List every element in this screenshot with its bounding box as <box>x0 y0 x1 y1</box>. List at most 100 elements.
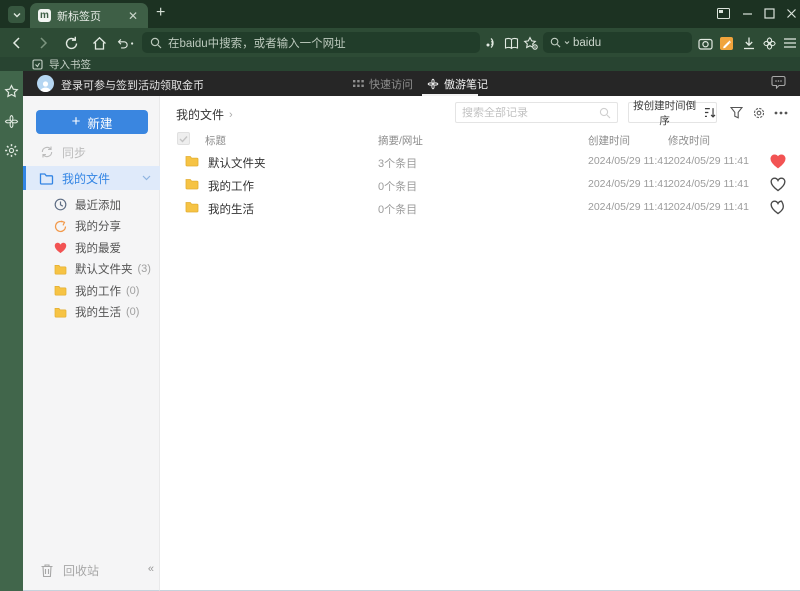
favorite-heart-button[interactable] <box>770 200 787 216</box>
folder-icon <box>54 264 67 275</box>
recycle-bin-button[interactable]: 回收站 <box>40 562 99 579</box>
browser-tab-newtab[interactable]: m 新标签页 ✕ <box>30 3 148 28</box>
maxnote-button[interactable] <box>717 34 735 52</box>
col-created[interactable]: 创建时间 <box>588 133 630 148</box>
sidebar-item-life-folder[interactable]: 我的生活 (0) <box>23 302 160 324</box>
breadcrumb-arrow-icon: › <box>229 108 233 121</box>
search-input[interactable] <box>462 106 592 119</box>
import-bookmarks-label[interactable]: 导入书签 <box>49 57 91 72</box>
notes-sidebar: + 新建 同步 我的文件 最近添加 我的分享 我的最爱 默认文件夹 (3) 我的… <box>23 96 160 591</box>
tab-close-icon[interactable]: ✕ <box>126 9 140 23</box>
search-query-text: baidu <box>573 36 602 49</box>
more-options-button[interactable] <box>772 104 789 121</box>
skins-button[interactable] <box>760 34 778 52</box>
sidebar-item-my-files[interactable]: 我的文件 <box>23 166 160 190</box>
engine-dropdown-icon[interactable] <box>564 40 570 45</box>
back-button[interactable] <box>8 34 26 52</box>
chat-bubble-icon <box>771 75 786 89</box>
downloads-button[interactable] <box>740 34 758 52</box>
table-row[interactable]: 我的工作 0个条目 2024/05/29 11:41 2024/05/29 11… <box>160 174 800 197</box>
table-row[interactable]: 默认文件夹 3个条目 2024/05/29 11:41 2024/05/29 1… <box>160 151 800 174</box>
feedback-chat-button[interactable] <box>771 75 786 89</box>
row-created: 2024/05/29 11:41 <box>588 155 669 167</box>
tab-maxnote[interactable]: 傲游笔记 <box>427 76 488 92</box>
favorites-panel-button[interactable] <box>3 83 20 100</box>
tab-quick-access[interactable]: 快速访问 <box>353 76 413 92</box>
home-button[interactable] <box>90 34 108 52</box>
side-strip <box>0 71 23 591</box>
sidebar-item-work-folder[interactable]: 我的工作 (0) <box>23 280 160 302</box>
search-icon <box>599 107 611 118</box>
forward-icon <box>40 37 48 49</box>
tab-list-dropdown-button[interactable] <box>8 6 25 23</box>
filter-button[interactable] <box>728 104 745 121</box>
search-records-box[interactable] <box>455 102 618 123</box>
heart-icon <box>54 242 67 253</box>
minimize-button[interactable] <box>738 5 756 21</box>
item-count: (0) <box>126 306 140 319</box>
quick-search-box[interactable]: baidu <box>543 32 692 53</box>
new-tab-button[interactable]: + <box>156 4 165 22</box>
col-modified[interactable]: 修改时间 <box>668 133 710 148</box>
tab-title: 新标签页 <box>57 10 101 23</box>
row-created: 2024/05/29 11:41 <box>588 201 669 213</box>
maxnote-panel-button[interactable] <box>3 113 20 130</box>
chevron-down-icon[interactable] <box>142 175 151 181</box>
sidebar-item-default-folder[interactable]: 默认文件夹 (3) <box>23 259 160 281</box>
sidebar-item-shares[interactable]: 我的分享 <box>23 216 160 238</box>
sort-order-button[interactable]: 按创建时间倒序 <box>628 100 717 127</box>
folder-icon <box>39 172 54 185</box>
sidebar-item-recent[interactable]: 最近添加 <box>23 194 160 216</box>
boss-key-button[interactable] <box>714 5 732 21</box>
new-note-label: 新建 <box>87 116 113 131</box>
item-label: 默认文件夹 <box>75 264 133 277</box>
reading-mode-button[interactable] <box>502 34 520 52</box>
filter-icon <box>730 106 743 119</box>
breadcrumb[interactable]: 我的文件 › <box>176 106 233 123</box>
chevron-down-icon <box>13 12 20 17</box>
sync-label: 同步 <box>62 145 87 160</box>
row-title[interactable]: 我的工作 <box>208 178 254 194</box>
reload-button[interactable] <box>62 34 80 52</box>
folder-icon <box>54 286 67 296</box>
row-modified: 2024/05/29 11:41 <box>668 201 749 213</box>
collapse-sidebar-button[interactable]: « <box>148 563 154 575</box>
table-row[interactable]: 我的生活 0个条目 2024/05/29 11:41 2024/05/29 11… <box>160 197 800 220</box>
col-title[interactable]: 标题 <box>205 133 226 148</box>
login-prompt[interactable]: 登录可参与签到活动领取金币 <box>61 77 204 93</box>
select-all-checkbox[interactable] <box>177 132 190 145</box>
sidebar-item-favorites[interactable]: 我的最爱 <box>23 237 160 259</box>
my-files-label: 我的文件 <box>62 171 111 186</box>
avatar[interactable] <box>37 75 54 92</box>
gear-icon <box>5 144 18 157</box>
undo-button[interactable] <box>116 34 134 52</box>
item-label: 最近添加 <box>75 199 121 212</box>
undo-icon <box>117 38 128 48</box>
gear-icon <box>753 107 764 118</box>
favorite-heart-button[interactable] <box>770 177 787 193</box>
new-note-button[interactable]: + 新建 <box>36 110 148 134</box>
sidebar-subitems: 最近添加 我的分享 我的最爱 默认文件夹 (3) 我的工作 (0) 我的生活 (… <box>23 194 160 323</box>
main-menu-button[interactable] <box>781 34 799 52</box>
col-summary[interactable]: 摘要/网址 <box>378 133 423 148</box>
search-icon <box>550 37 561 48</box>
row-title[interactable]: 我的生活 <box>208 201 254 217</box>
flower-icon <box>427 78 439 90</box>
close-window-button[interactable] <box>782 5 800 21</box>
read-aloud-button[interactable] <box>482 34 500 52</box>
favorite-heart-button[interactable] <box>770 154 787 170</box>
view-settings-button[interactable] <box>750 104 767 121</box>
sync-button[interactable]: 同步 <box>40 142 86 162</box>
bookmark-settings-button[interactable] <box>522 34 540 52</box>
settings-panel-button[interactable] <box>3 142 20 159</box>
maximize-button[interactable] <box>760 5 778 21</box>
row-title[interactable]: 默认文件夹 <box>208 155 266 171</box>
sort-icon <box>705 108 716 118</box>
notes-main-panel: 我的文件 › 按创建时间倒序 标题 摘要/网址 创建时间 修 <box>160 96 800 591</box>
forward-button[interactable] <box>34 34 52 52</box>
user-icon <box>39 81 52 92</box>
book-icon <box>504 37 518 49</box>
row-created: 2024/05/29 11:41 <box>588 178 669 190</box>
address-bar[interactable]: 在baidu中搜索，或者输入一个网址 <box>142 32 480 53</box>
screenshot-button[interactable] <box>696 34 714 52</box>
